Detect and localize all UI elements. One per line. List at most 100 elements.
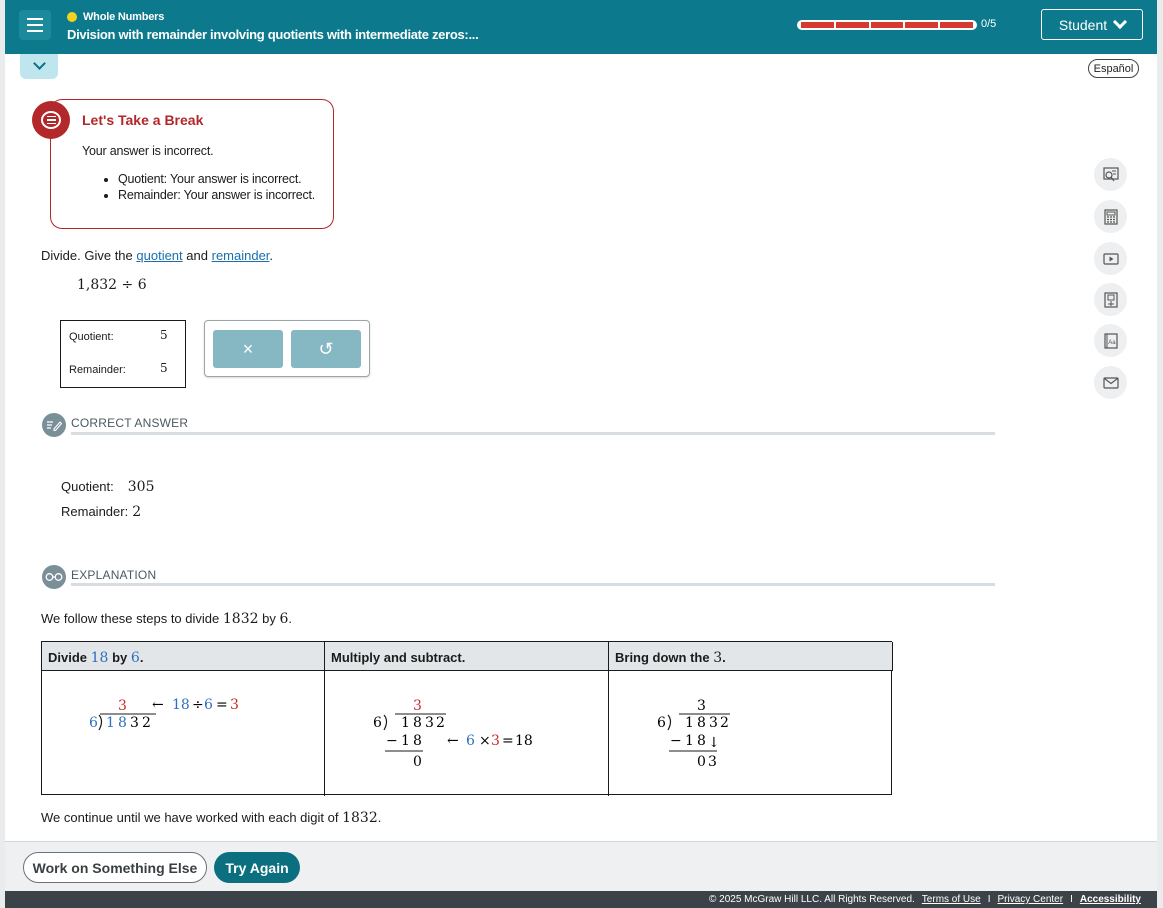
progress-segment [835,22,869,28]
menu-button[interactable] [19,10,51,40]
svg-text:6: 6 [373,715,382,731]
svg-text:3: 3 [413,698,422,714]
progress-bar [797,20,977,30]
svg-text:←: ← [447,733,459,749]
step1-by: by [112,650,128,665]
svg-text:0: 0 [413,754,422,770]
svg-text:2: 2 [436,715,445,731]
espanol-button[interactable]: Español [1088,59,1139,78]
progress-count: 0/5 [981,18,997,30]
progress-segment [870,22,904,28]
svg-text:6: 6 [89,715,98,731]
glossary-icon: Aa [1103,332,1118,349]
svg-text:↓: ↓ [708,735,720,751]
quotient-input[interactable]: 5 [160,328,168,342]
calculator-tool-button[interactable] [1094,200,1127,233]
svg-text:0: 0 [697,754,706,770]
remainder-label: Remainder: [69,364,126,376]
correct-remainder-value: 2 [132,504,142,520]
copyright: © 2025 McGraw Hill LLC. All Rights Reser… [709,894,915,905]
video-icon [1102,252,1119,265]
collapse-toggle[interactable] [20,54,58,79]
svg-text:8: 8 [697,733,706,749]
calculator-icon [1103,208,1118,225]
svg-text:=: = [502,733,514,749]
svg-text:8: 8 [413,733,422,749]
undo-icon: ↺ [318,338,334,359]
step3-end: . [722,650,726,665]
svg-text:−: − [386,733,398,749]
glasses-icon [42,565,66,589]
feedback-message: Your answer is incorrect. [82,144,214,158]
footer-separator: I [987,894,991,905]
intro-end: . [288,611,293,626]
svg-text:−: − [670,733,682,749]
svg-text:3: 3 [118,698,127,714]
continue-end: . [377,810,382,825]
answer-box: Quotient: 5 Remainder: 5 [60,320,186,388]
accessibility-link[interactable]: Accessibility [1080,894,1141,905]
correct-quotient: Quotient: 305 [61,479,155,495]
correct-remainder-label: Remainder: [61,504,129,519]
step3-header: Bring down the 3. [609,642,893,671]
svg-text:1: 1 [685,733,694,749]
terms-link[interactable]: Terms of Use [922,894,981,905]
student-menu-button[interactable]: Student [1041,9,1143,40]
chat-bubble-icon [32,101,70,139]
remainder-input[interactable]: 5 [160,361,168,375]
correct-quotient-label: Quotient: [61,479,114,494]
footer: © 2025 McGraw Hill LLC. All Rights Reser… [5,891,1157,908]
svg-text:1: 1 [685,715,694,731]
section-divider [71,583,995,586]
answer-tools: × ↺ [204,320,370,377]
work-on-something-else-button[interactable]: Work on Something Else [23,852,207,883]
video-tool-button[interactable] [1094,242,1127,275]
close-icon: × [242,338,254,359]
topic-row: Whole Numbers [67,11,164,23]
textbook-tool-button[interactable] [1094,283,1127,316]
app-frame: Whole Numbers Division with remainder in… [5,0,1157,908]
svg-text:2: 2 [142,715,151,731]
svg-text:←: ← [152,697,164,713]
intro-text: We follow these steps to divide [41,611,220,626]
intro-dividend: 1832 [222,611,259,627]
question-and: and [186,248,208,263]
try-again-button[interactable]: Try Again [214,852,300,883]
correct-remainder: Remainder: 2 [61,504,141,520]
continue-text: We continue until we have worked with ea… [41,810,339,825]
svg-text:3: 3 [491,733,500,749]
svg-text:1: 1 [401,733,410,749]
section-divider [71,432,995,435]
step1-label: Divide [48,650,88,665]
clear-button[interactable]: × [213,330,283,368]
privacy-link[interactable]: Privacy Center [997,894,1063,905]
undo-button[interactable]: ↺ [291,330,361,368]
message-tool-button[interactable] [1094,366,1127,399]
step1-end: . [139,650,144,665]
svg-text:3: 3 [130,715,139,731]
progress-segment [905,22,939,28]
reader-tool-button[interactable] [1094,158,1127,191]
footer-separator: I [1070,894,1073,905]
svg-text:3: 3 [230,697,239,713]
question-text: Divide. Give the quotient and remainder. [41,248,273,263]
svg-text:3: 3 [425,715,434,731]
step1-header: Divide 18 by 6. [42,642,325,671]
step3-label: Bring down the [615,650,710,665]
svg-text:÷: ÷ [192,697,204,713]
step2-header: Multiply and subtract. [325,642,609,671]
step3-number: 3 [713,650,723,666]
continue-number: 1832 [342,810,378,826]
step1-number: 18 [90,650,109,666]
status-dot-icon [67,12,77,22]
feedback-title: Let's Take a Break [82,112,204,128]
svg-text:8: 8 [118,715,127,731]
step1-division: 3 6 1 8 3 2 ← 18 ÷ 6 = 3 [89,697,239,731]
steps-table: Divide 18 by 6. Multiply and subtract. B… [41,641,893,796]
correct-quotient-value: 305 [127,479,155,495]
glossary-tool-button[interactable]: Aa [1094,324,1127,357]
svg-text:=: = [216,697,228,713]
quotient-link[interactable]: quotient [136,248,182,263]
svg-text:1: 1 [401,715,410,731]
remainder-link[interactable]: remainder [212,248,270,263]
